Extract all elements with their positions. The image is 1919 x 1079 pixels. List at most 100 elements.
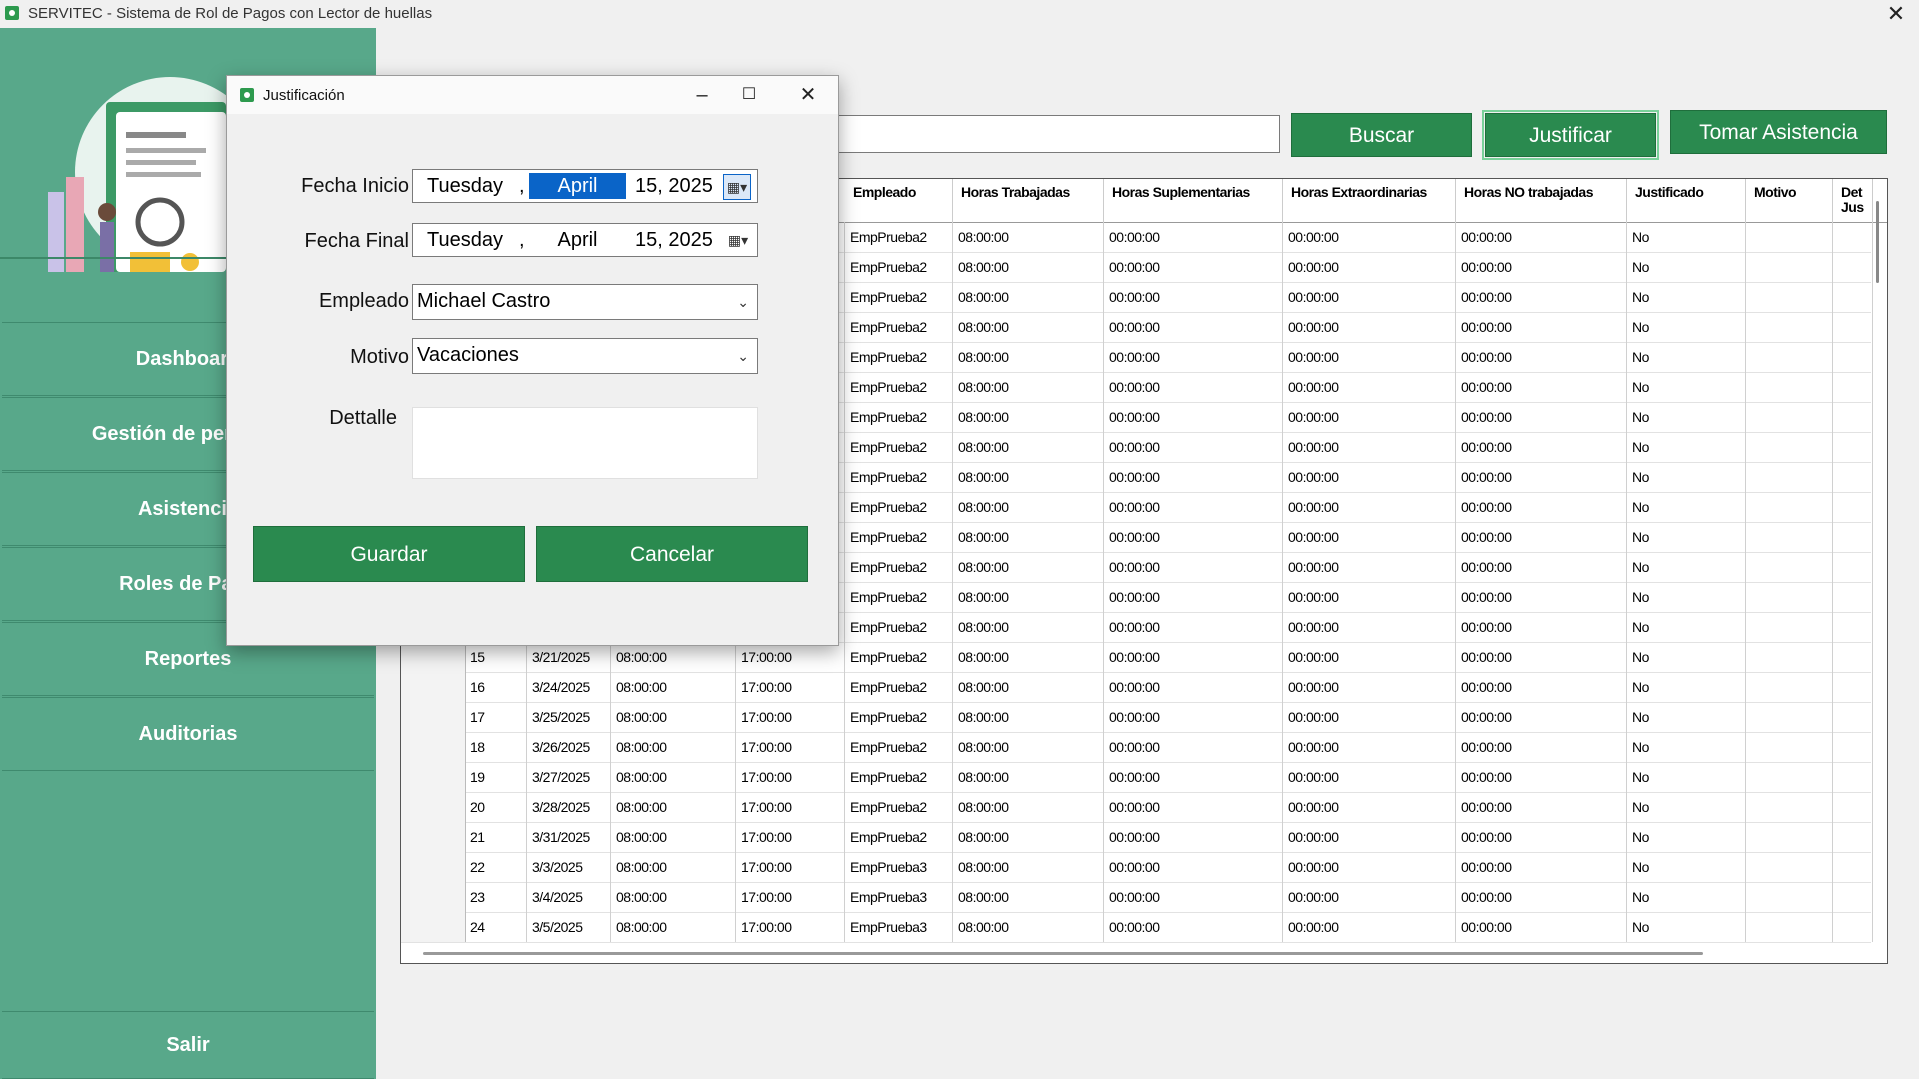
table-cell[interactable]: EmpPrueba2 bbox=[845, 822, 953, 852]
table-cell[interactable]: 00:00:00 bbox=[1283, 462, 1456, 492]
table-cell[interactable]: EmpPrueba2 bbox=[845, 372, 953, 402]
table-cell[interactable]: No bbox=[1627, 432, 1746, 462]
table-cell[interactable] bbox=[1833, 912, 1873, 942]
table-cell[interactable]: EmpPrueba2 bbox=[845, 792, 953, 822]
table-cell[interactable]: 00:00:00 bbox=[1104, 372, 1283, 402]
row-header[interactable] bbox=[401, 672, 466, 702]
table-cell[interactable]: 00:00:00 bbox=[1104, 402, 1283, 432]
table-cell[interactable] bbox=[1833, 252, 1873, 282]
table-cell[interactable]: 3/5/2025 bbox=[527, 912, 611, 942]
table-cell[interactable]: 00:00:00 bbox=[1104, 882, 1283, 912]
table-cell[interactable]: 08:00:00 bbox=[953, 372, 1104, 402]
table-cell-salida[interactable]: 17:00:00 bbox=[735, 702, 845, 732]
table-cell[interactable]: 00:00:00 bbox=[1283, 792, 1456, 822]
table-cell[interactable]: 00:00:00 bbox=[1456, 672, 1627, 702]
table-cell[interactable]: 3/25/2025 bbox=[527, 702, 611, 732]
table-cell[interactable]: No bbox=[1627, 462, 1746, 492]
table-cell[interactable] bbox=[1746, 342, 1833, 372]
table-cell[interactable]: 00:00:00 bbox=[1283, 702, 1456, 732]
table-cell[interactable]: No bbox=[1627, 282, 1746, 312]
row-header[interactable] bbox=[401, 642, 466, 672]
table-cell[interactable]: No bbox=[1627, 852, 1746, 882]
table-cell[interactable]: 08:00:00 bbox=[953, 852, 1104, 882]
table-cell[interactable]: 00:00:00 bbox=[1104, 552, 1283, 582]
table-cell[interactable]: 00:00:00 bbox=[1104, 342, 1283, 372]
table-cell[interactable]: 00:00:00 bbox=[1456, 912, 1627, 942]
table-cell[interactable]: 00:00:00 bbox=[1104, 792, 1283, 822]
table-cell[interactable]: No bbox=[1627, 822, 1746, 852]
fecha-final-picker[interactable]: Tuesday , April 15, 2025 ▦▾ bbox=[412, 223, 758, 257]
table-cell[interactable]: 15 bbox=[465, 642, 527, 672]
table-cell[interactable] bbox=[1833, 822, 1873, 852]
table-cell[interactable] bbox=[1833, 792, 1873, 822]
table-cell[interactable]: No bbox=[1627, 612, 1746, 642]
table-cell[interactable] bbox=[1746, 642, 1833, 672]
fecha-inicio-month[interactable]: April bbox=[529, 173, 626, 199]
table-cell[interactable]: No bbox=[1627, 552, 1746, 582]
table-cell[interactable]: No bbox=[1627, 252, 1746, 282]
table-cell[interactable]: 00:00:00 bbox=[1104, 762, 1283, 792]
table-cell[interactable]: 00:00:00 bbox=[1456, 792, 1627, 822]
table-row[interactable]: 22 3/3/2025 08:00:00 EmpPrueba3 08:00:00 00:0… bbox=[401, 852, 1873, 883]
table-cell[interactable]: 00:00:00 bbox=[1456, 852, 1627, 882]
table-cell[interactable] bbox=[1746, 522, 1833, 552]
table-cell[interactable]: 08:00:00 bbox=[953, 402, 1104, 432]
exit-button[interactable]: Salir bbox=[2, 1011, 374, 1079]
table-row[interactable]: 24 3/5/2025 08:00:00 EmpPrueba3 08:00:00 00:0… bbox=[401, 912, 1873, 943]
table-cell[interactable]: 00:00:00 bbox=[1104, 282, 1283, 312]
table-cell[interactable] bbox=[1833, 342, 1873, 372]
table-cell[interactable] bbox=[1746, 312, 1833, 342]
table-cell[interactable]: 00:00:00 bbox=[1456, 312, 1627, 342]
table-cell[interactable]: No bbox=[1627, 582, 1746, 612]
table-cell[interactable] bbox=[1746, 672, 1833, 702]
table-cell[interactable]: 00:00:00 bbox=[1456, 492, 1627, 522]
table-cell[interactable]: 24 bbox=[465, 912, 527, 942]
column-header[interactable]: Motivo bbox=[1746, 179, 1833, 222]
table-cell[interactable]: EmpPrueba2 bbox=[845, 672, 953, 702]
table-cell[interactable] bbox=[1746, 702, 1833, 732]
table-cell[interactable]: No bbox=[1627, 312, 1746, 342]
table-cell[interactable]: 00:00:00 bbox=[1456, 762, 1627, 792]
table-cell[interactable]: No bbox=[1627, 792, 1746, 822]
table-cell[interactable] bbox=[1833, 492, 1873, 522]
table-cell[interactable]: No bbox=[1627, 912, 1746, 942]
table-cell[interactable]: 00:00:00 bbox=[1283, 402, 1456, 432]
row-header[interactable] bbox=[401, 732, 466, 762]
table-cell[interactable]: 3/26/2025 bbox=[527, 732, 611, 762]
table-cell[interactable]: EmpPrueba2 bbox=[845, 342, 953, 372]
table-cell[interactable]: 08:00:00 bbox=[953, 462, 1104, 492]
table-cell[interactable]: 00:00:00 bbox=[1456, 372, 1627, 402]
table-cell[interactable]: 08:00:00 bbox=[953, 732, 1104, 762]
minimize-icon[interactable]: – bbox=[687, 81, 717, 109]
table-cell[interactable] bbox=[1746, 852, 1833, 882]
table-cell[interactable]: 08:00:00 bbox=[953, 222, 1104, 252]
table-cell[interactable]: No bbox=[1627, 402, 1746, 432]
chevron-down-icon[interactable]: ⌄ bbox=[737, 345, 749, 367]
table-row[interactable]: 17 3/25/2025 08:00:00 EmpPrueba2 08:00:00 00:… bbox=[401, 702, 1873, 733]
table-cell[interactable] bbox=[1833, 402, 1873, 432]
table-cell[interactable]: 08:00:00 bbox=[953, 762, 1104, 792]
column-header[interactable]: Det Jus bbox=[1833, 179, 1873, 222]
table-cell[interactable]: 08:00:00 bbox=[953, 432, 1104, 462]
table-cell[interactable]: 00:00:00 bbox=[1283, 312, 1456, 342]
table-cell[interactable] bbox=[1833, 672, 1873, 702]
table-cell[interactable]: EmpPrueba2 bbox=[845, 642, 953, 672]
table-row[interactable]: 19 3/27/2025 08:00:00 EmpPrueba2 08:00:00 00:… bbox=[401, 762, 1873, 793]
table-cell[interactable]: 00:00:00 bbox=[1456, 402, 1627, 432]
table-cell[interactable]: 00:00:00 bbox=[1283, 612, 1456, 642]
table-cell[interactable]: 00:00:00 bbox=[1283, 912, 1456, 942]
table-cell[interactable]: 00:00:00 bbox=[1456, 882, 1627, 912]
table-cell[interactable] bbox=[1833, 372, 1873, 402]
table-cell[interactable]: EmpPrueba2 bbox=[845, 522, 953, 552]
table-cell[interactable]: EmpPrueba2 bbox=[845, 492, 953, 522]
table-cell[interactable]: 00:00:00 bbox=[1283, 282, 1456, 312]
table-cell[interactable]: 3/27/2025 bbox=[527, 762, 611, 792]
table-cell[interactable]: 00:00:00 bbox=[1104, 222, 1283, 252]
table-cell[interactable]: 08:00:00 bbox=[953, 552, 1104, 582]
table-cell[interactable]: 00:00:00 bbox=[1104, 702, 1283, 732]
table-cell[interactable]: 21 bbox=[465, 822, 527, 852]
table-cell[interactable] bbox=[1833, 882, 1873, 912]
table-cell[interactable]: No bbox=[1627, 732, 1746, 762]
table-cell[interactable]: EmpPrueba2 bbox=[845, 312, 953, 342]
table-cell[interactable]: 3/24/2025 bbox=[527, 672, 611, 702]
